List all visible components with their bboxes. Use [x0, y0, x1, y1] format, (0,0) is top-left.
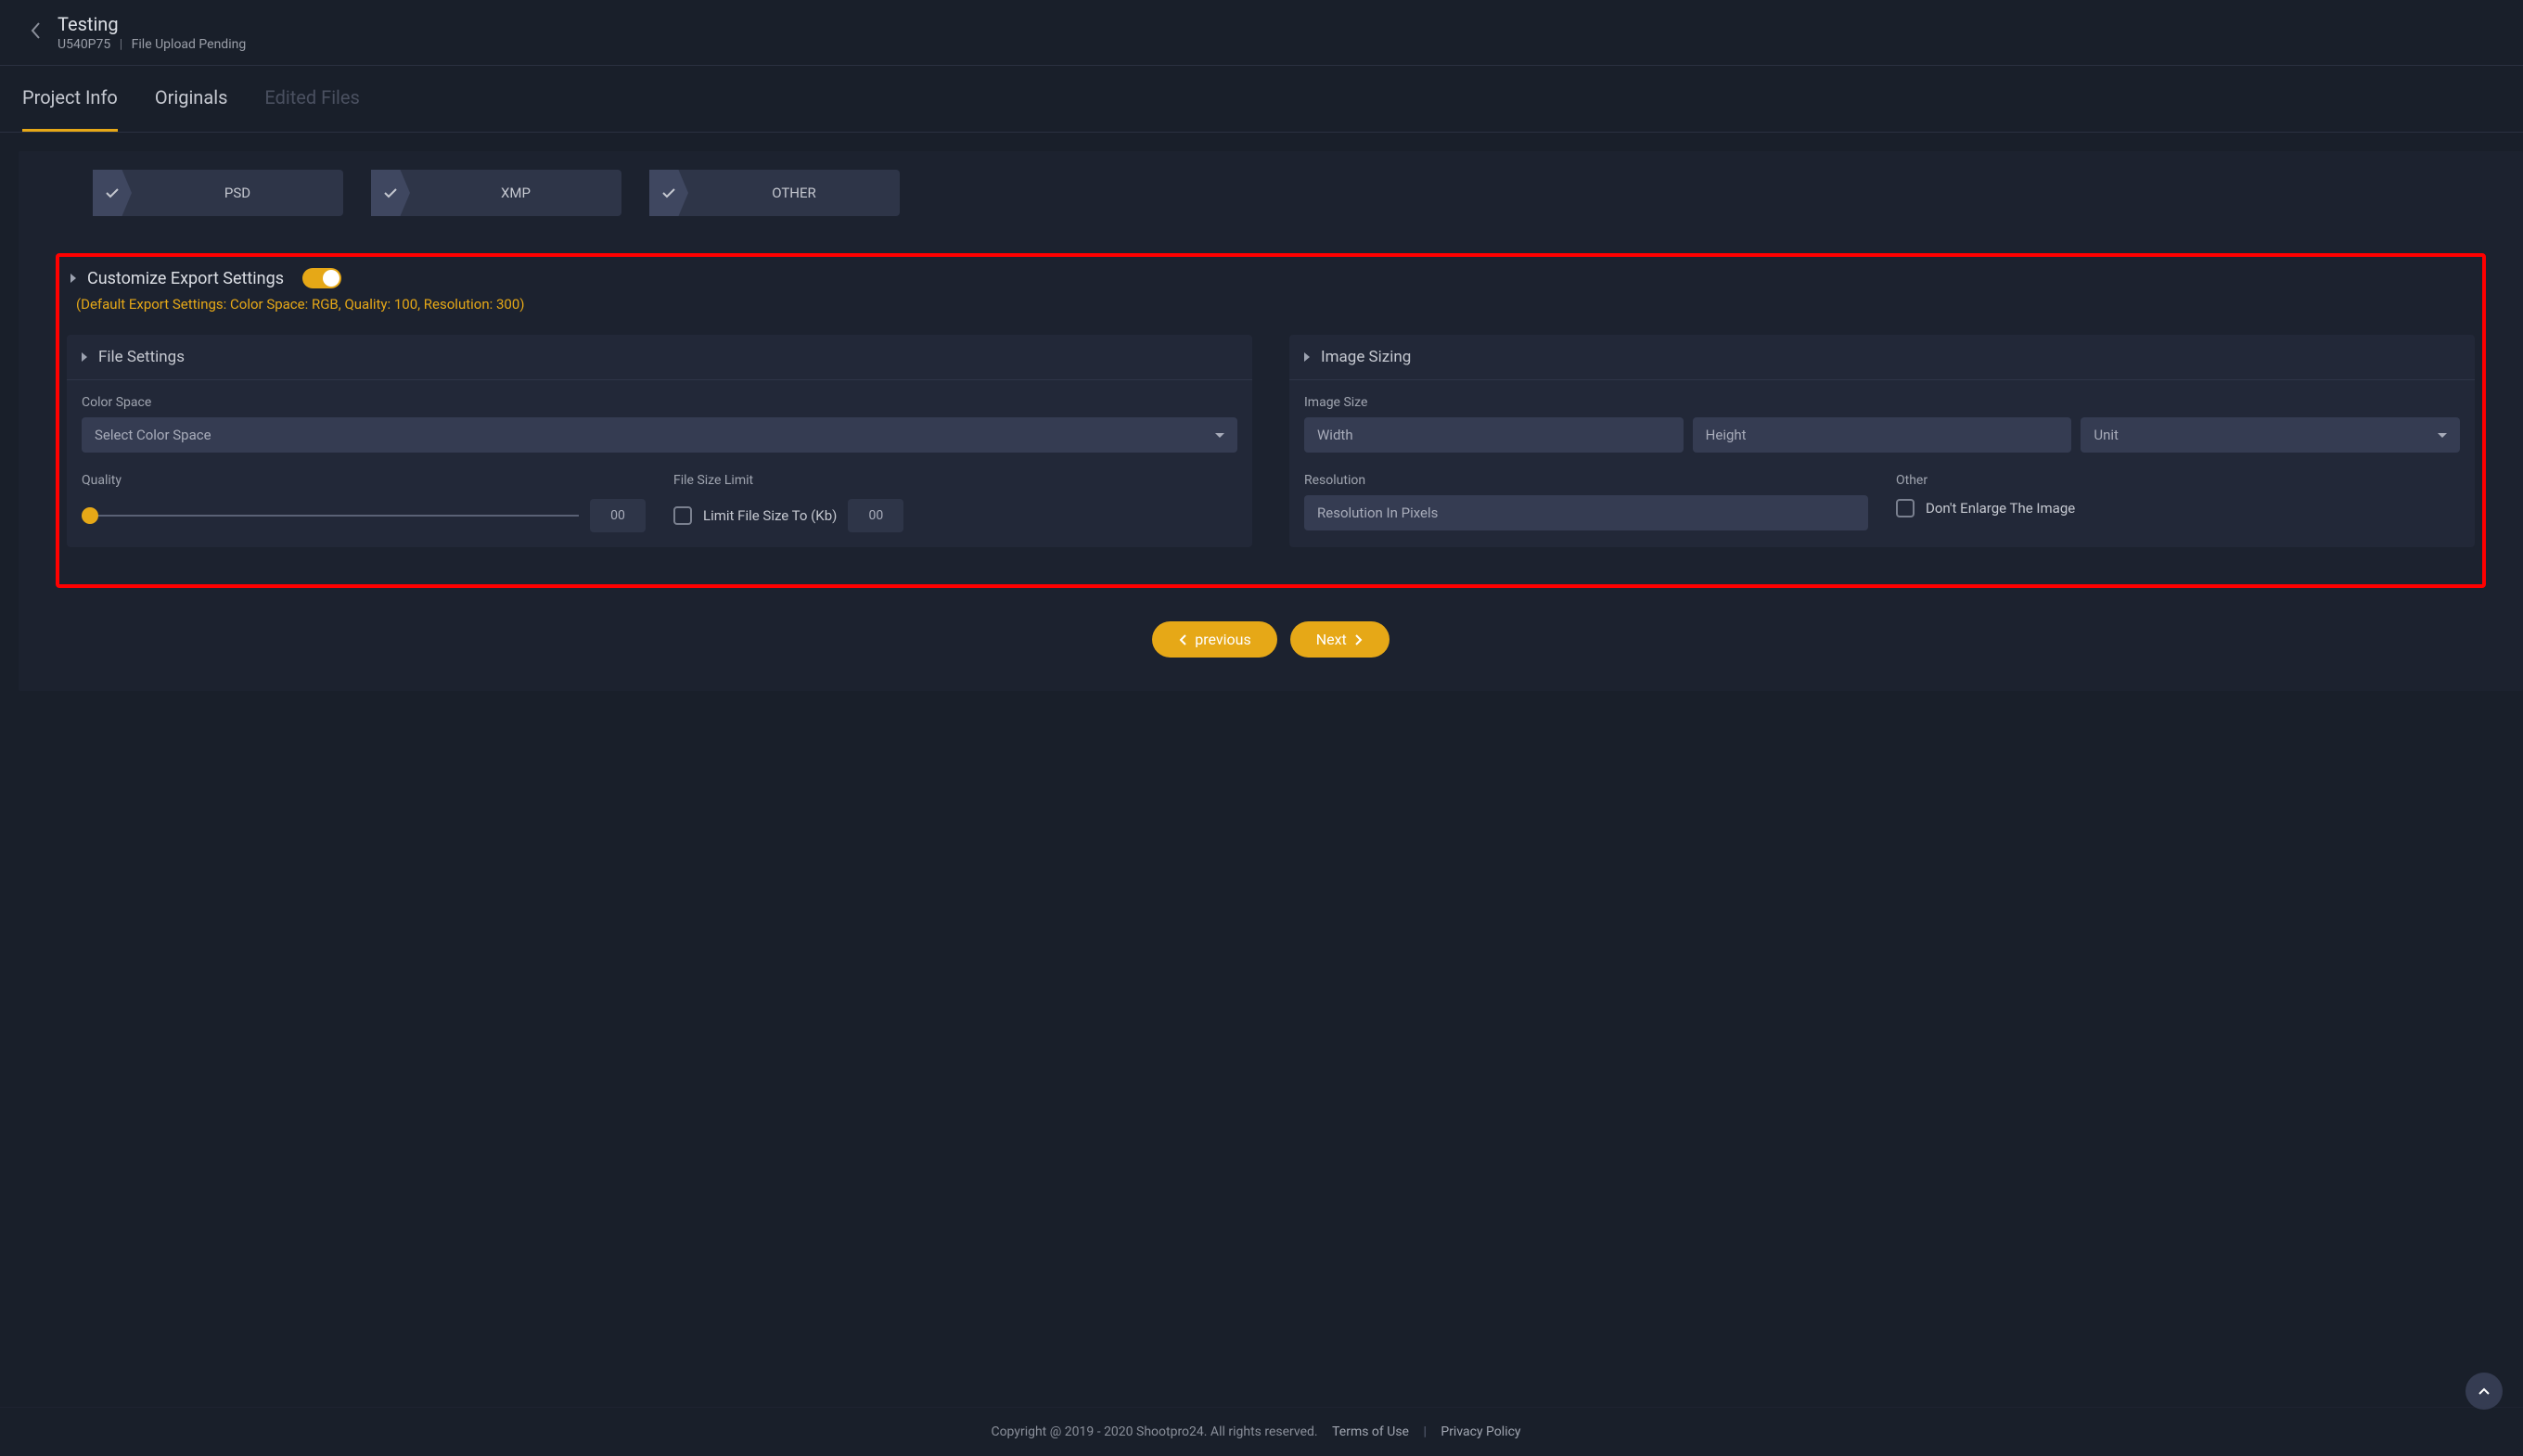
project-status: File Upload Pending — [132, 37, 247, 52]
check-icon — [371, 170, 410, 216]
format-label: PSD — [132, 185, 343, 201]
resolution-input[interactable]: Resolution In Pixels — [1304, 495, 1868, 530]
default-settings-note: (Default Export Settings: Color Space: R… — [67, 296, 2475, 313]
next-button[interactable]: Next — [1290, 621, 1390, 658]
slider-thumb[interactable] — [82, 507, 98, 524]
page-title: Testing — [58, 13, 246, 35]
format-xmp[interactable]: XMP — [371, 170, 621, 216]
format-label: XMP — [410, 185, 621, 201]
divider: | — [1423, 1424, 1426, 1439]
resolution-label: Resolution — [1304, 473, 1868, 488]
placeholder: Height — [1706, 427, 1747, 443]
page-footer: Copyright @ 2019 - 2020 Shootpro24. All … — [0, 1407, 2523, 1456]
file-settings-panel: File Settings Color Space Select Color S… — [67, 335, 1252, 547]
chevron-up-icon — [2478, 1386, 2491, 1396]
privacy-link[interactable]: Privacy Policy — [1441, 1424, 1520, 1439]
format-options: PSD XMP OTHER — [93, 170, 2449, 253]
chevron-right-icon — [1354, 633, 1364, 646]
image-sizing-panel: Image Sizing Image Size Width Height Uni… — [1289, 335, 2475, 547]
scroll-to-top-button[interactable] — [2465, 1373, 2503, 1410]
chevron-left-icon — [1178, 633, 1187, 646]
toggle-knob — [323, 270, 339, 287]
dont-enlarge-checkbox[interactable] — [1896, 499, 1915, 517]
format-other[interactable]: OTHER — [649, 170, 900, 216]
copyright-text: Copyright @ 2019 - 2020 Shootpro24. All … — [991, 1424, 1317, 1439]
wizard-nav: previous Next — [93, 588, 2449, 691]
quality-slider[interactable] — [82, 515, 579, 517]
highlighted-export-settings: Customize Export Settings (Default Expor… — [56, 253, 2486, 588]
check-icon — [93, 170, 132, 216]
format-psd[interactable]: PSD — [93, 170, 343, 216]
quality-input[interactable] — [590, 499, 646, 532]
placeholder: Unit — [2094, 427, 2119, 443]
project-code: U540P75 — [58, 37, 110, 52]
export-settings-title: Customize Export Settings — [87, 269, 284, 288]
limit-file-size-label: Limit File Size To (Kb) — [703, 507, 837, 524]
page-subtitle: U540P75 | File Upload Pending — [58, 37, 246, 52]
export-settings-header: Customize Export Settings — [67, 268, 2475, 288]
caret-right-icon — [82, 352, 87, 362]
back-button[interactable] — [22, 21, 58, 44]
file-settings-title: File Settings — [98, 348, 185, 366]
previous-button[interactable]: previous — [1152, 621, 1276, 658]
height-input[interactable]: Height — [1693, 417, 2072, 453]
dont-enlarge-label: Don't Enlarge The Image — [1926, 500, 2075, 517]
export-settings-toggle[interactable] — [302, 268, 341, 288]
check-icon — [649, 170, 688, 216]
caret-right-icon — [1304, 352, 1310, 362]
tab-edited-files: Edited Files — [264, 66, 359, 132]
placeholder: Resolution In Pixels — [1317, 504, 1438, 521]
terms-link[interactable]: Terms of Use — [1332, 1424, 1409, 1439]
tab-bar: Project Info Originals Edited Files — [0, 66, 2523, 133]
select-placeholder: Select Color Space — [95, 427, 211, 443]
color-space-label: Color Space — [82, 395, 1237, 410]
color-space-select[interactable]: Select Color Space — [82, 417, 1237, 453]
width-input[interactable]: Width — [1304, 417, 1684, 453]
caret-right-icon — [70, 274, 76, 283]
unit-select[interactable]: Unit — [2081, 417, 2460, 453]
image-sizing-title: Image Sizing — [1321, 348, 1411, 366]
placeholder: Width — [1317, 427, 1353, 443]
tab-originals[interactable]: Originals — [155, 66, 228, 132]
page-header: Testing U540P75 | File Upload Pending — [0, 0, 2523, 66]
other-label: Other — [1896, 473, 2460, 488]
previous-label: previous — [1195, 631, 1250, 648]
image-size-label: Image Size — [1304, 395, 2460, 410]
next-label: Next — [1316, 631, 1347, 648]
limit-file-size-checkbox[interactable] — [673, 506, 692, 525]
chevron-down-icon — [1215, 433, 1224, 438]
quality-label: Quality — [82, 473, 646, 488]
file-size-limit-label: File Size Limit — [673, 473, 1237, 488]
file-size-limit-input[interactable] — [848, 499, 903, 532]
divider: | — [120, 37, 122, 52]
format-label: OTHER — [688, 185, 900, 201]
tab-project-info[interactable]: Project Info — [22, 66, 118, 132]
chevron-down-icon — [2438, 433, 2447, 438]
